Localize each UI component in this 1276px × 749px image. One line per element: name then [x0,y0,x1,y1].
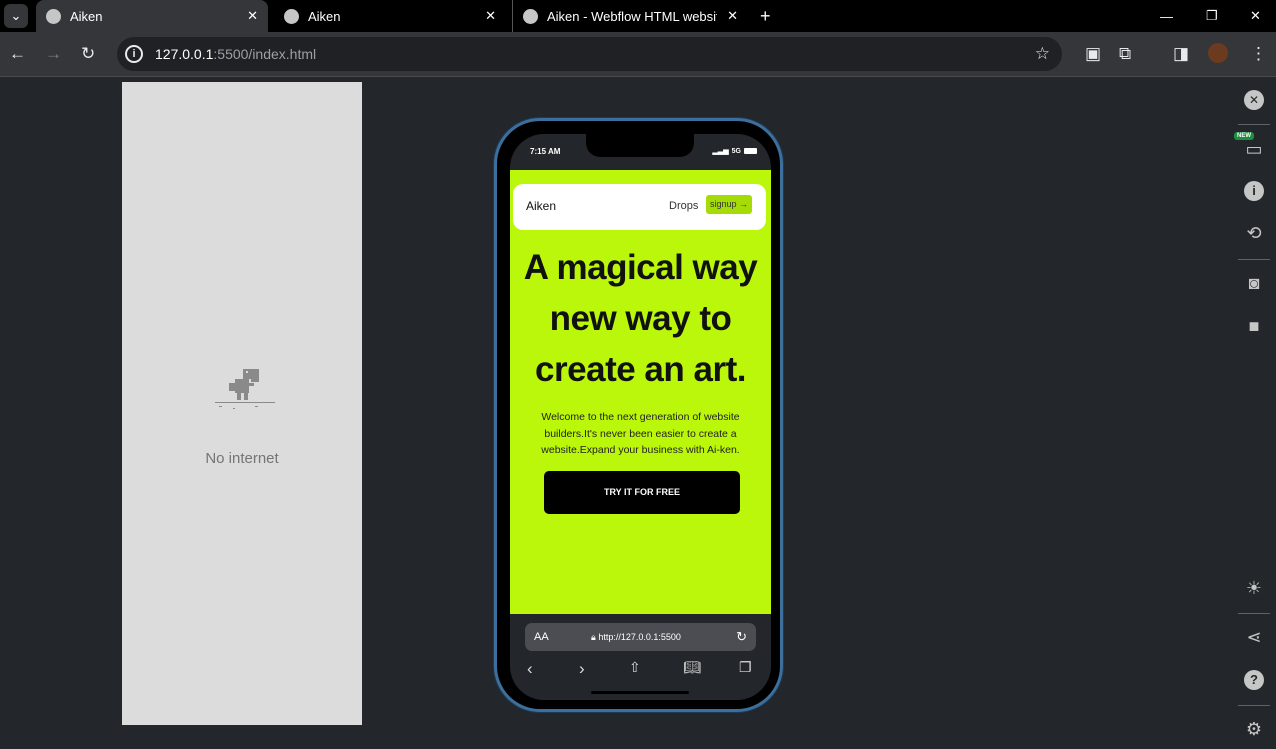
close-window-button[interactable]: ✕ [1240,0,1271,32]
no-internet-text: No internet [205,450,279,467]
battery-icon [744,148,757,154]
phone-frame: 7:15 AM ▂▃▅ 5G Aiken Drops signup → A mag… [494,118,783,712]
brightness-icon[interactable]: ☀ [1244,578,1264,598]
share-icon[interactable]: ⋖ [1244,627,1264,647]
tab-aiken-active[interactable]: Aiken ✕ [36,0,268,32]
globe-icon [284,8,299,24]
safari-url: http://127.0.0.1:5500 [598,632,681,642]
side-panel-icon[interactable]: ◨ [1173,44,1189,64]
text-size-button[interactable]: AA [534,631,549,643]
profile-avatar[interactable] [1208,43,1228,63]
back-icon[interactable]: ← [9,44,26,64]
restore-button[interactable]: ❐ [1196,0,1228,32]
menu-kebab-icon[interactable]: ⋮ [1250,44,1267,64]
bookmark-star-icon[interactable]: ☆ [1035,44,1050,64]
tab-title: Aiken [308,8,341,24]
help-icon[interactable]: ? [1244,670,1264,690]
globe-icon [46,8,61,24]
tab-title: Aiken [70,8,103,24]
lock-icon: 🔒︎ [591,632,596,642]
tab-strip: ⌄ Aiken ✕ Aiken ✕ Aiken - Webflow HTML web… [0,0,1276,32]
info-icon[interactable]: i [125,45,143,63]
phone-screen: 7:15 AM ▂▃▅ 5G Aiken Drops signup → A mag… [510,134,771,700]
share-icon[interactable]: ⇧ [629,659,641,676]
nav-link-drops[interactable]: Drops [669,200,698,212]
screenshot-camera-icon[interactable]: ◙ [1244,273,1264,293]
new-tab-button[interactable]: + [750,0,781,32]
globe-icon [523,8,538,24]
info-icon[interactable]: i [1244,181,1264,201]
network-label: 5G [731,147,741,155]
hero-subtitle: Welcome to the next generation of websit… [541,411,740,456]
forward-icon[interactable]: → [45,44,62,64]
tab-title: Aiken - Webflow HTML website [547,8,717,24]
extension-translate-icon[interactable]: ▣ [1085,44,1101,64]
video-record-icon[interactable]: ■ [1244,316,1264,336]
minimize-button[interactable]: — [1150,0,1183,32]
tab-webflow[interactable]: Aiken - Webflow HTML website ✕ [512,0,748,32]
bookmarks-icon[interactable]: 📖︎ [683,659,701,676]
tab-search-button[interactable]: ⌄ [4,4,28,28]
address-bar[interactable]: i 127.0.0.1:5500/index.html ☆ [117,37,1062,71]
hero-headline: A magical way new way to create an art. [510,242,771,395]
extensions-puzzle-icon[interactable]: ⧉ [1119,44,1131,64]
devices-icon[interactable]: ▭ [1244,139,1264,159]
tab-aiken[interactable]: Aiken ✕ [274,0,506,32]
close-icon[interactable]: ✕ [1244,90,1264,110]
url-host: 127.0.0.1 [155,46,214,62]
status-indicators: ▂▃▅ 5G [712,147,757,155]
safari-url-bar[interactable]: AA 🔒︎ http://127.0.0.1:5500 ↻ [525,623,756,651]
offline-preview-panel: No internet [122,82,362,725]
headline-line: new way to [549,299,732,338]
try-free-button[interactable]: TRY IT FOR FREE [544,471,740,514]
forward-icon[interactable]: › [579,659,585,679]
signal-icon: ▂▃▅ [712,148,729,155]
reload-icon[interactable]: ↻ [81,44,95,64]
close-tab-icon[interactable]: ✕ [485,8,496,24]
dino-icon [215,369,275,409]
signup-button[interactable]: signup → [706,195,752,214]
notch [586,134,694,157]
headline-line: create an art. [535,350,746,389]
brand-logo[interactable]: Aiken [526,199,556,213]
close-tab-icon[interactable]: ✕ [727,8,738,24]
settings-gear-icon[interactable]: ⚙ [1244,719,1264,739]
url-path: :5500/index.html [213,46,317,62]
reload-icon[interactable]: ↻ [736,629,747,645]
site-navbar: Aiken Drops signup → [513,184,766,230]
status-time: 7:15 AM [530,147,561,156]
close-tab-icon[interactable]: ✕ [247,8,258,24]
home-indicator [591,691,689,694]
toolbar: ← → ↻ i 127.0.0.1:5500/index.html ☆ ▣ ⧉ … [0,32,1276,77]
website-viewport: Aiken Drops signup → A magical way new w… [510,170,771,614]
rotate-icon[interactable]: ⟲ [1244,223,1264,243]
headline-line: A magical way [523,248,758,287]
chevron-down-icon: ⌄ [10,8,22,23]
back-icon[interactable]: ‹ [527,659,533,679]
tabs-icon[interactable]: ❐ [739,659,752,676]
